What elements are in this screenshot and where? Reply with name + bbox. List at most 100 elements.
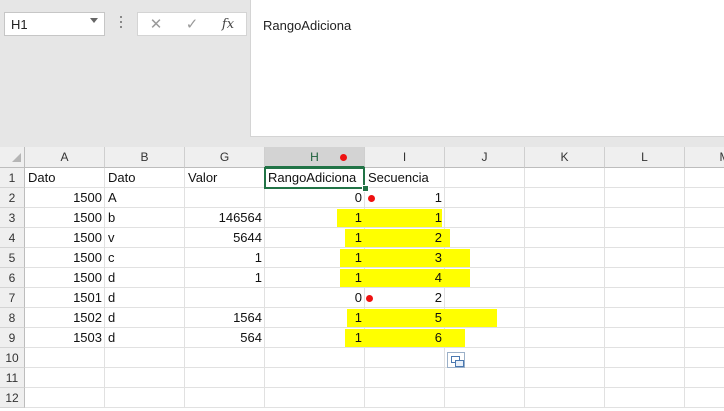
- cell-h11[interactable]: [265, 368, 365, 388]
- data-cell-i5[interactable]: 3: [365, 248, 445, 268]
- cell-l8[interactable]: [605, 308, 685, 328]
- cell-a11[interactable]: [25, 368, 105, 388]
- row-header-10[interactable]: 10: [0, 348, 25, 368]
- row-header-3[interactable]: 3: [0, 208, 25, 228]
- data-cell-g4[interactable]: 5644: [185, 228, 265, 248]
- cell-l4[interactable]: [605, 228, 685, 248]
- cell-j4[interactable]: [445, 228, 525, 248]
- data-cell-b5[interactable]: c: [105, 248, 185, 268]
- data-cell-b4[interactable]: v: [105, 228, 185, 248]
- formula-input[interactable]: RangoAdiciona: [250, 0, 724, 137]
- cell-m11[interactable]: [685, 368, 724, 388]
- cell-l9[interactable]: [605, 328, 685, 348]
- cell-g11[interactable]: [185, 368, 265, 388]
- cell-a10[interactable]: [25, 348, 105, 368]
- row-header-5[interactable]: 5: [0, 248, 25, 268]
- cell-l6[interactable]: [605, 268, 685, 288]
- cell-k10[interactable]: [525, 348, 605, 368]
- cell-g10[interactable]: [185, 348, 265, 368]
- data-cell-h5[interactable]: 1: [265, 248, 365, 268]
- data-cell-i6[interactable]: 4: [365, 268, 445, 288]
- data-cell-h4[interactable]: 1: [265, 228, 365, 248]
- close-icon[interactable]: ✕: [142, 15, 170, 35]
- cell-m4[interactable]: [685, 228, 724, 248]
- cell-a12[interactable]: [25, 388, 105, 408]
- cell-l3[interactable]: [605, 208, 685, 228]
- cell-k7[interactable]: [525, 288, 605, 308]
- cell-i12[interactable]: [365, 388, 445, 408]
- data-cell-b3[interactable]: b: [105, 208, 185, 228]
- cell-l12[interactable]: [605, 388, 685, 408]
- cell-i11[interactable]: [365, 368, 445, 388]
- row-header-2[interactable]: 2: [0, 188, 25, 208]
- cell-k1[interactable]: [525, 168, 605, 188]
- row-header-1[interactable]: 1: [0, 168, 25, 188]
- paste-options-icon[interactable]: [447, 352, 465, 368]
- row-header-7[interactable]: 7: [0, 288, 25, 308]
- cell-k5[interactable]: [525, 248, 605, 268]
- data-cell-a7[interactable]: 1501: [25, 288, 105, 308]
- row-header-6[interactable]: 6: [0, 268, 25, 288]
- cell-m9[interactable]: [685, 328, 724, 348]
- row-header-8[interactable]: 8: [0, 308, 25, 328]
- header-cell-a[interactable]: Dato: [25, 168, 105, 188]
- cell-h10[interactable]: [265, 348, 365, 368]
- cell-m1[interactable]: [685, 168, 724, 188]
- cell-k4[interactable]: [525, 228, 605, 248]
- data-cell-h2[interactable]: 0: [265, 188, 365, 208]
- cell-m12[interactable]: [685, 388, 724, 408]
- cell-k6[interactable]: [525, 268, 605, 288]
- cell-m7[interactable]: [685, 288, 724, 308]
- cell-l7[interactable]: [605, 288, 685, 308]
- cell-k12[interactable]: [525, 388, 605, 408]
- cell-b10[interactable]: [105, 348, 185, 368]
- column-header-g[interactable]: G: [185, 147, 265, 168]
- data-cell-h9[interactable]: 1: [265, 328, 365, 348]
- data-cell-a9[interactable]: 1503: [25, 328, 105, 348]
- data-cell-i7[interactable]: 2: [365, 288, 445, 308]
- data-cell-g8[interactable]: 1564: [185, 308, 265, 328]
- cell-j3[interactable]: [445, 208, 525, 228]
- select-all-button[interactable]: [0, 147, 25, 168]
- data-cell-b7[interactable]: d: [105, 288, 185, 308]
- cell-m5[interactable]: [685, 248, 724, 268]
- cell-l2[interactable]: [605, 188, 685, 208]
- row-header-4[interactable]: 4: [0, 228, 25, 248]
- column-header-j[interactable]: J: [445, 147, 525, 168]
- cell-m6[interactable]: [685, 268, 724, 288]
- cell-m10[interactable]: [685, 348, 724, 368]
- data-cell-g3[interactable]: 146564: [185, 208, 265, 228]
- cell-b11[interactable]: [105, 368, 185, 388]
- cell-h12[interactable]: [265, 388, 365, 408]
- fill-handle[interactable]: [362, 185, 369, 192]
- cell-l1[interactable]: [605, 168, 685, 188]
- data-cell-a8[interactable]: 1502: [25, 308, 105, 328]
- name-box[interactable]: H1: [4, 12, 105, 36]
- fx-icon[interactable]: fx: [214, 15, 242, 35]
- column-header-i[interactable]: I: [365, 147, 445, 168]
- formula-bar-grip[interactable]: [119, 16, 123, 34]
- data-cell-i4[interactable]: 2: [365, 228, 445, 248]
- column-header-a[interactable]: A: [25, 147, 105, 168]
- cell-g12[interactable]: [185, 388, 265, 408]
- cell-j2[interactable]: [445, 188, 525, 208]
- data-cell-a6[interactable]: 1500: [25, 268, 105, 288]
- data-cell-b2[interactable]: A: [105, 188, 185, 208]
- data-cell-b6[interactable]: d: [105, 268, 185, 288]
- header-cell-h[interactable]: RangoAdiciona: [265, 168, 365, 188]
- cell-k2[interactable]: [525, 188, 605, 208]
- column-header-l[interactable]: L: [605, 147, 685, 168]
- cell-j7[interactable]: [445, 288, 525, 308]
- data-cell-i8[interactable]: 5: [365, 308, 445, 328]
- data-cell-b8[interactable]: d: [105, 308, 185, 328]
- cell-k9[interactable]: [525, 328, 605, 348]
- cell-j11[interactable]: [445, 368, 525, 388]
- column-header-b[interactable]: B: [105, 147, 185, 168]
- cell-g2[interactable]: [185, 188, 265, 208]
- cell-k8[interactable]: [525, 308, 605, 328]
- cell-k11[interactable]: [525, 368, 605, 388]
- chevron-down-icon[interactable]: [90, 18, 98, 23]
- cell-b12[interactable]: [105, 388, 185, 408]
- data-cell-a3[interactable]: 1500: [25, 208, 105, 228]
- header-cell-i[interactable]: Secuencia: [365, 168, 445, 188]
